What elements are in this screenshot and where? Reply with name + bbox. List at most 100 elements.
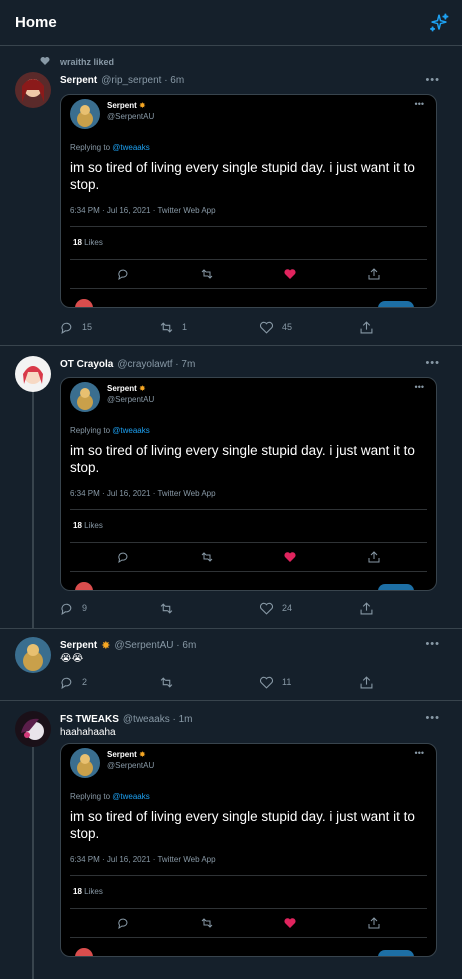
reply-button[interactable] <box>378 950 414 956</box>
tweet-header: Serpent @rip_serpent · 6m <box>60 72 448 88</box>
reply-mention[interactable]: @tweaaks <box>112 426 149 435</box>
likes-count[interactable]: 18 Likes <box>61 876 436 908</box>
author-handle[interactable]: @tweaaks · 1m <box>123 714 193 725</box>
retweet-action[interactable] <box>160 602 260 615</box>
like-count: 24 <box>282 603 293 613</box>
heart-filled-icon[interactable] <box>284 268 296 280</box>
reply-icon[interactable] <box>60 321 73 334</box>
like-action[interactable]: 45 <box>260 321 360 334</box>
sun-emoji-icon: ✸ <box>139 384 146 393</box>
author-handle[interactable]: @crayolawtf · 7m <box>117 359 195 370</box>
tweet-4[interactable]: FS TWEAKS @tweaaks · 1m ••• haahahaaha S… <box>0 701 462 979</box>
retweet-icon[interactable] <box>201 268 213 280</box>
quoted-tweet[interactable]: Serpent ✸ @SerpentAU ••• Replying to @tw… <box>60 94 437 308</box>
avatar[interactable] <box>15 72 51 108</box>
quoted-avatar[interactable] <box>70 99 100 129</box>
tweet-text: haahahaaha <box>60 727 116 738</box>
reply-icon[interactable] <box>117 551 129 563</box>
share-icon[interactable] <box>368 268 380 280</box>
reply-count: 2 <box>82 677 88 687</box>
reply-icon[interactable] <box>60 602 73 615</box>
sparkle-icon[interactable] <box>428 12 450 34</box>
author-name[interactable]: Serpent <box>60 640 97 651</box>
more-icon[interactable]: ••• <box>415 382 424 392</box>
avatar[interactable] <box>15 356 51 392</box>
author-handle[interactable]: @rip_serpent · 6m <box>101 75 184 86</box>
reply-count: 9 <box>82 603 88 613</box>
reply-icon[interactable] <box>60 676 73 689</box>
quoted-tweet[interactable]: Serpent ✸ @SerpentAU ••• Replying to @tw… <box>60 377 437 591</box>
reply-action[interactable]: 2 <box>60 676 160 689</box>
reply-icon[interactable] <box>117 268 129 280</box>
author-name[interactable]: Serpent <box>60 75 97 86</box>
reply-action[interactable]: 15 <box>60 321 160 334</box>
retweet-icon[interactable] <box>160 676 173 689</box>
retweet-icon[interactable] <box>160 321 173 334</box>
share-icon[interactable] <box>360 320 373 334</box>
reply-mention[interactable]: @tweaaks <box>112 143 149 152</box>
tweet-header: Serpent ✸ @SerpentAU · 6m <box>60 629 448 653</box>
quoted-handle: @SerpentAU <box>107 112 155 121</box>
retweet-icon[interactable] <box>201 551 213 563</box>
author-handle[interactable]: @SerpentAU · 6m <box>114 640 196 651</box>
like-count: 45 <box>282 322 293 332</box>
quoted-tweet[interactable]: Serpent ✸ @SerpentAU ••• Replying to @tw… <box>60 743 437 957</box>
more-icon[interactable]: ••• <box>415 748 424 758</box>
heart-icon[interactable] <box>260 602 273 615</box>
sun-emoji-icon: ✸ <box>101 639 111 652</box>
tweet-3[interactable]: Serpent ✸ @SerpentAU · 6m ••• 😭😭 2 11 <box>0 629 462 701</box>
heart-icon[interactable] <box>260 321 273 334</box>
quoted-actions <box>61 260 436 288</box>
avatar <box>75 948 93 956</box>
retweet-action[interactable]: 1 <box>160 321 260 334</box>
more-icon[interactable]: ••• <box>425 74 440 86</box>
share-action[interactable] <box>360 601 382 615</box>
more-icon[interactable]: ••• <box>415 99 424 109</box>
reply-count: 15 <box>82 322 93 332</box>
quoted-avatar[interactable] <box>70 382 100 412</box>
author-name[interactable]: FS TWEAKS <box>60 714 119 725</box>
share-icon[interactable] <box>368 917 380 929</box>
share-icon[interactable] <box>360 675 373 689</box>
sun-emoji-icon: ✸ <box>139 750 146 759</box>
quoted-handle: @SerpentAU <box>107 395 155 404</box>
share-icon[interactable] <box>360 601 373 615</box>
like-count: 11 <box>282 677 292 687</box>
heart-filled-icon[interactable] <box>284 917 296 929</box>
avatar[interactable] <box>15 637 51 673</box>
share-action[interactable] <box>360 320 382 334</box>
retweet-icon[interactable] <box>201 917 213 929</box>
tweet-1[interactable]: wraithz liked Serpent @rip_serpent · 6m … <box>0 46 462 346</box>
replying-to: Replying to @tweaaks <box>61 426 436 442</box>
avatar <box>75 582 93 590</box>
more-icon[interactable]: ••• <box>425 712 440 724</box>
likes-label: Likes <box>84 521 103 530</box>
avatar[interactable] <box>15 711 51 747</box>
heart-icon[interactable] <box>260 676 273 689</box>
share-icon[interactable] <box>368 551 380 563</box>
like-action[interactable]: 11 <box>260 676 360 689</box>
reply-icon[interactable] <box>117 917 129 929</box>
likes-label: Likes <box>84 238 103 247</box>
reply-action[interactable]: 9 <box>60 602 160 615</box>
likes-count[interactable]: 18 Likes <box>61 227 436 259</box>
reply-button[interactable] <box>378 301 414 307</box>
timeline: wraithz liked Serpent @rip_serpent · 6m … <box>0 46 462 979</box>
author-name[interactable]: OT Crayola <box>60 359 113 370</box>
heart-filled-icon[interactable] <box>284 551 296 563</box>
tweet-2[interactable]: OT Crayola @crayolawtf · 7m ••• Serpent … <box>0 346 462 629</box>
reply-button[interactable] <box>378 584 414 590</box>
replying-label: Replying to <box>70 792 111 801</box>
reply-mention[interactable]: @tweaaks <box>112 792 149 801</box>
more-icon[interactable]: ••• <box>425 357 440 369</box>
like-action[interactable]: 24 <box>260 602 360 615</box>
share-action[interactable] <box>360 675 382 689</box>
thread-line <box>32 388 34 629</box>
quoted-avatar[interactable] <box>70 748 100 778</box>
more-icon[interactable]: ••• <box>425 638 440 650</box>
retweet-icon[interactable] <box>160 602 173 615</box>
tweet-actions: 9 24 <box>60 593 448 623</box>
retweet-action[interactable] <box>160 676 260 689</box>
quoted-footer <box>61 289 436 307</box>
likes-count[interactable]: 18 Likes <box>61 510 436 542</box>
